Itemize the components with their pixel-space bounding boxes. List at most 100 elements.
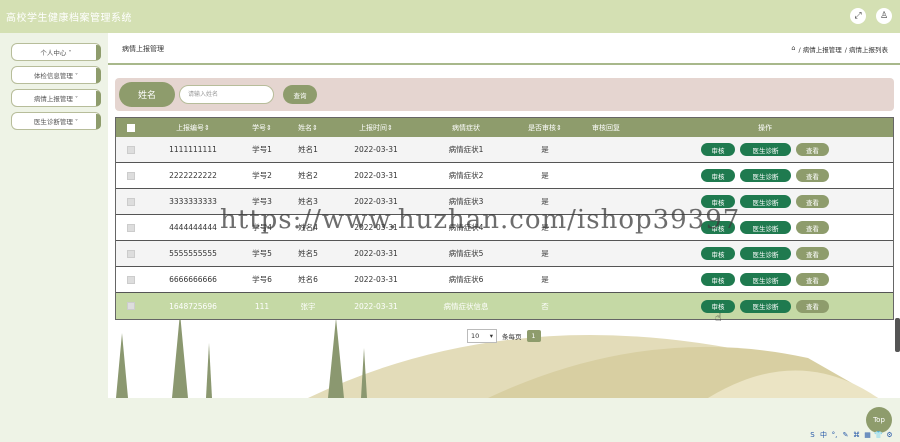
view-button[interactable]: 查看 xyxy=(796,221,829,234)
page-title: 病情上报管理 xyxy=(122,45,164,53)
row-checkbox[interactable] xyxy=(127,302,135,310)
pagination: 10 ▾ 条每页 1 xyxy=(467,329,541,343)
diagnose-button[interactable]: 医生诊断 xyxy=(740,299,791,313)
mouse-cursor-icon: ☝ xyxy=(715,311,722,324)
diagnose-button[interactable]: 医生诊断 xyxy=(740,195,791,208)
row-checkbox[interactable] xyxy=(127,223,135,232)
pen-icon[interactable]: ✎ xyxy=(841,430,850,439)
sidebar-item-illness-report-management[interactable]: 病情上报管理 ˅ xyxy=(11,89,101,107)
row-checkbox[interactable] xyxy=(127,197,135,206)
view-button[interactable]: 查看 xyxy=(796,195,829,208)
grid-icon[interactable]: ▦ xyxy=(863,430,872,439)
search-panel: 姓名 查询 xyxy=(115,78,894,111)
cell-report-id: 3333333333 xyxy=(169,197,217,206)
cell-student-no: 学号6 xyxy=(252,275,272,284)
fullscreen-icon[interactable]: ⤢ xyxy=(850,8,866,24)
main-content: 病情上报管理 ⌂ / 病情上报管理 / 病情上报列表 姓名 查询 上报编号⇕ 学… xyxy=(108,33,900,442)
sidebar-item-personal-center[interactable]: 个人中心 ˅ xyxy=(11,43,101,61)
cell-audited: 是 xyxy=(541,171,549,180)
col-header-report-time[interactable]: 上报时间⇕ xyxy=(359,123,393,133)
sidebar: 个人中心 ˅ 体检信息管理 ˅ 病情上报管理 ˅ 医生诊断管理 ˅ xyxy=(0,33,108,442)
diagnose-button[interactable]: 医生诊断 xyxy=(740,169,791,182)
breadcrumb-bar: 病情上报管理 ⌂ / 病情上报管理 / 病情上报列表 xyxy=(108,33,900,65)
row-checkbox[interactable] xyxy=(127,145,135,154)
input-method-toolbar: S 中 °, ✎ ⌘ ▦ 👕 ⚙ xyxy=(808,428,900,441)
cell-symptom: 病情症状6 xyxy=(448,275,484,284)
cell-symptom: 病情症状2 xyxy=(448,171,484,180)
chevron-down-icon: ▾ xyxy=(489,332,493,340)
diagnose-button[interactable]: 医生诊断 xyxy=(740,273,791,286)
settings-icon[interactable]: ⚙ xyxy=(885,430,894,439)
page-size-value: 10 xyxy=(471,332,480,340)
search-label-name: 姓名 xyxy=(119,82,175,107)
cell-name: 张宇 xyxy=(300,301,316,311)
cell-report-time: 2022-03-31 xyxy=(354,171,398,180)
cell-audited: 是 xyxy=(541,145,549,154)
cell-name: 姓名5 xyxy=(298,249,318,258)
view-button[interactable]: 查看 xyxy=(796,143,829,156)
cell-report-time: 2022-03-31 xyxy=(354,275,398,284)
sogou-icon[interactable]: S xyxy=(808,430,817,439)
toolbar-lang-label[interactable]: 中 xyxy=(819,430,828,439)
page-size-label: 条每页 xyxy=(502,333,522,341)
view-button[interactable]: 查看 xyxy=(796,247,829,260)
col-header-report-id[interactable]: 上报编号⇕ xyxy=(176,123,210,133)
view-button[interactable]: 查看 xyxy=(796,169,829,182)
sidebar-item-checkup-management[interactable]: 体检信息管理 ˅ xyxy=(11,66,101,84)
row-checkbox[interactable] xyxy=(127,249,135,258)
view-button[interactable]: 查看 xyxy=(796,299,829,313)
top-header: 高校学生健康档案管理系统 ⤢ ♙ xyxy=(0,0,900,33)
cell-audited: 是 xyxy=(541,249,549,258)
select-all-checkbox[interactable] xyxy=(127,123,135,132)
cell-report-id: 5555555555 xyxy=(169,249,217,258)
col-header-symptom: 病情症状 xyxy=(452,123,480,132)
diagnose-button[interactable]: 医生诊断 xyxy=(740,221,791,234)
row-checkbox[interactable] xyxy=(127,275,135,284)
col-header-actions: 操作 xyxy=(758,123,772,132)
page-size-select[interactable]: 10 ▾ xyxy=(467,329,497,343)
search-button[interactable]: 查询 xyxy=(283,85,317,104)
cell-student-no: 学号1 xyxy=(252,145,272,154)
cell-student-no: 111 xyxy=(254,301,270,311)
shirt-icon[interactable]: 👕 xyxy=(874,430,883,439)
row-checkbox[interactable] xyxy=(127,171,135,180)
table-row: 1648725696 111 张宇 2022-03-31 病情症状信息否审核 医生诊断 查看 xyxy=(116,293,893,319)
cell-audited: 是 xyxy=(541,275,549,284)
cell-name: 姓名1 xyxy=(298,145,318,154)
audit-button[interactable]: 审核 xyxy=(701,247,735,260)
watermark-text: https://www.huzhan.com/ishop39397 xyxy=(220,205,741,235)
cell-name: 姓名6 xyxy=(298,275,318,284)
col-header-audited[interactable]: 是否审核⇕ xyxy=(528,123,562,133)
cell-report-time: 2022-03-31 xyxy=(354,145,398,154)
audit-button[interactable]: 审核 xyxy=(701,273,735,286)
cell-report-time: 2022-03-31 xyxy=(354,249,398,258)
diagnose-button[interactable]: 医生诊断 xyxy=(740,143,791,156)
cell-report-id: 2222222222 xyxy=(169,171,217,180)
diagnose-button[interactable]: 医生诊断 xyxy=(740,247,791,260)
punctuation-icon[interactable]: °, xyxy=(830,430,839,439)
cell-audited: 否 xyxy=(541,301,549,311)
command-icon[interactable]: ⌘ xyxy=(852,430,861,439)
page-number-current[interactable]: 1 xyxy=(526,330,541,342)
table-row: 6666666666 学号6 姓名6 2022-03-31 病情症状6 是 审核 医生诊断 查看 xyxy=(116,267,893,293)
breadcrumb-item: / 病情上报列表 xyxy=(844,46,888,54)
cell-symptom: 病情症状1 xyxy=(448,145,484,154)
landscape-background xyxy=(108,313,900,442)
sidebar-item-diagnosis-management[interactable]: 医生诊断管理 ˅ xyxy=(11,112,101,130)
user-icon[interactable]: ♙ xyxy=(876,8,892,24)
col-header-name[interactable]: 姓名⇕ xyxy=(298,123,318,133)
table-row: 2222222222 学号2 姓名2 2022-03-31 病情症状2 是 审核 医生诊断 查看 xyxy=(116,163,893,189)
search-input[interactable] xyxy=(179,85,274,104)
home-icon[interactable]: ⌂ xyxy=(791,44,795,54)
scrollbar-handle[interactable] xyxy=(895,318,900,352)
view-button[interactable]: 查看 xyxy=(796,273,829,286)
audit-button[interactable]: 审核 xyxy=(701,169,735,182)
table-header: 上报编号⇕ 学号⇕ 姓名⇕ 上报时间⇕ 病情症状 是否审核⇕ 审核回复 操作 xyxy=(116,118,893,137)
audit-button[interactable]: 审核 xyxy=(701,143,735,156)
cell-report-id: 6666666666 xyxy=(169,275,217,284)
cell-symptom: 病情症状信息 xyxy=(443,301,489,311)
cell-student-no: 学号5 xyxy=(252,249,272,258)
table-row: 1111111111 学号1 姓名1 2022-03-31 病情症状1 是 审核 医生诊断 查看 xyxy=(116,137,893,163)
breadcrumb-item[interactable]: / 病情上报管理 xyxy=(798,44,841,54)
col-header-student-no[interactable]: 学号⇕ xyxy=(252,123,272,133)
